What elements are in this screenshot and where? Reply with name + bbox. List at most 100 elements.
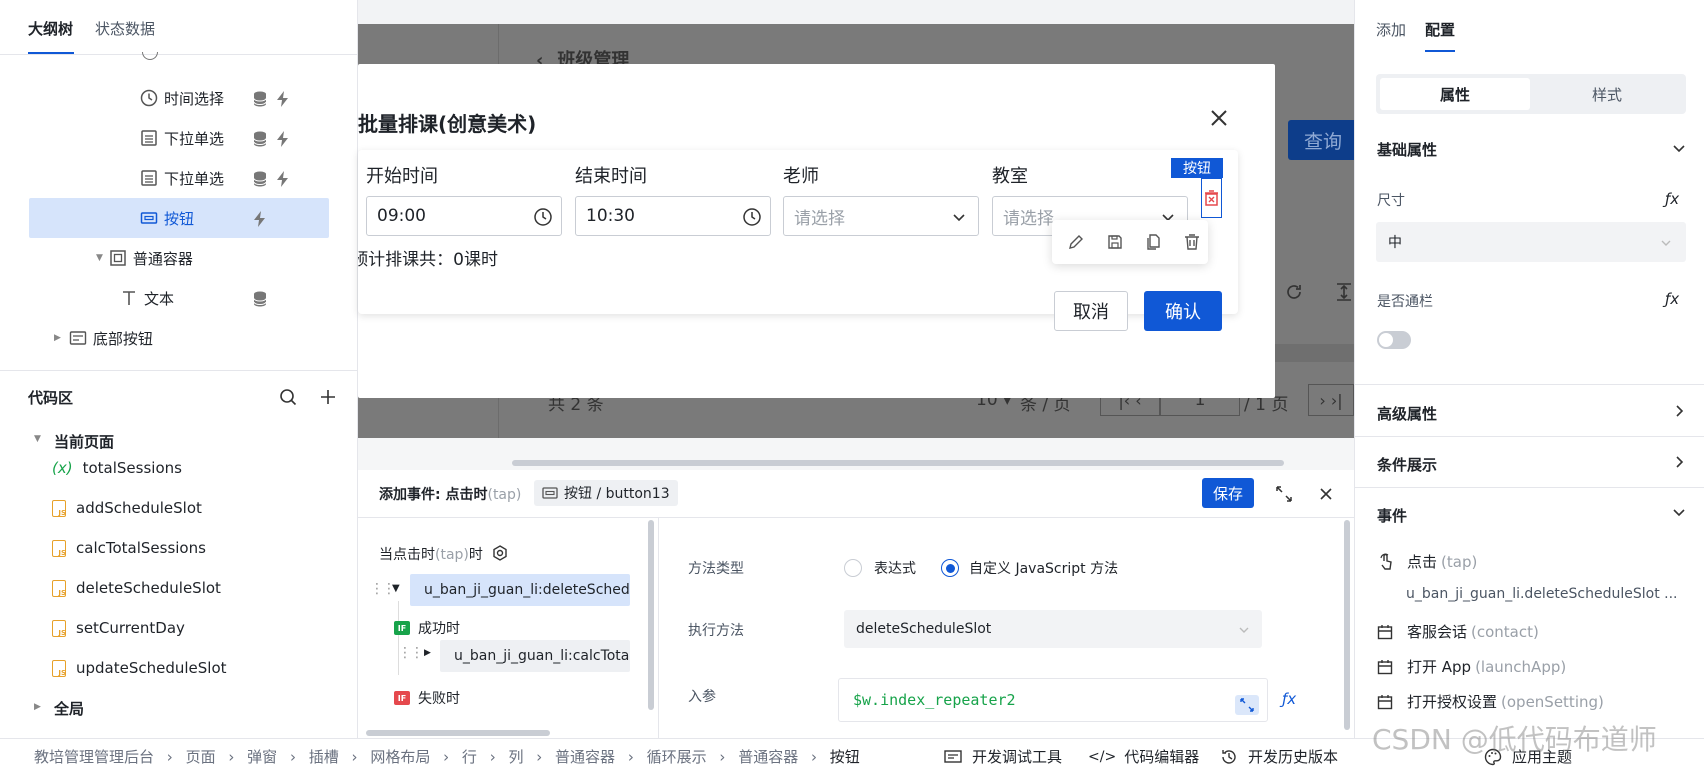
events-header[interactable]: 事件 [1377,505,1407,526]
breadcrumb-item[interactable]: 循环展示 [647,748,707,766]
tab-state-data[interactable]: 状态数据 [95,18,155,39]
method-item[interactable]: deleteScheduleSlot [52,573,221,603]
save-button[interactable]: 保存 [1202,478,1254,508]
data-icon [253,131,267,147]
caret-down-icon[interactable]: ▼ [392,583,400,594]
event-item-tap[interactable]: 点击 (tap) [1377,551,1477,572]
params-code-input[interactable]: $w.index_repeater2 [838,678,1268,722]
code-editor-button[interactable]: </> 代码编辑器 [1088,746,1199,767]
event-item-launch-app[interactable]: 打开 App (launchApp) [1377,656,1566,677]
advanced-props-header[interactable]: 高级属性 [1377,403,1437,424]
theme-button[interactable]: 应用主题 [1484,746,1572,767]
trash-icon[interactable] [1184,234,1200,250]
block-toggle[interactable] [1377,331,1411,349]
close-icon[interactable] [1319,487,1333,501]
radio-expression[interactable]: 表达式 [844,558,916,578]
exec-method-select[interactable]: deleteScheduleSlot [844,610,1262,648]
chevron-down-icon[interactable] [1672,142,1686,156]
flow-vertical-scrollbar[interactable] [648,520,654,710]
caret-right-icon[interactable]: ▶ [34,702,41,712]
flow-scrollbar[interactable] [366,730,550,736]
formula-icon[interactable]: ƒx [1665,290,1679,308]
tab-outline-tree[interactable]: 大纲树 [28,18,73,39]
calendar-icon [1377,659,1393,674]
variable-item[interactable]: (x) totalSessions [52,453,182,483]
caret-right-icon[interactable]: ▶ [54,333,61,343]
method-item[interactable]: calcTotalSessions [52,533,206,563]
horizontal-scrollbar[interactable] [512,460,1284,466]
clock-icon [743,208,761,226]
tab-add[interactable]: 添加 [1376,19,1406,40]
segment-props[interactable]: 属性 [1380,78,1530,110]
breadcrumb-item[interactable]: 普通容器 [555,748,615,766]
bg-query-button: 查询 [1288,120,1358,160]
breadcrumb-item[interactable]: 网格布局 [370,748,430,766]
current-page-group[interactable]: 当前页面 [54,431,114,452]
caret-right-icon[interactable]: ▶ [424,648,431,658]
method-item[interactable]: addScheduleSlot [52,493,202,523]
edit-icon[interactable] [1068,234,1084,250]
formula-icon[interactable]: ƒx [1665,190,1679,208]
copy-icon[interactable] [1146,234,1162,250]
breadcrumb-current[interactable]: 按钮 [830,748,860,766]
plus-icon[interactable] [320,389,336,405]
search-icon[interactable] [279,388,297,406]
breadcrumb-item[interactable]: 弹窗 [247,748,277,766]
basic-props-header[interactable]: 基础属性 [1377,139,1437,160]
chevron-right-icon[interactable] [1672,404,1686,418]
radio-custom-js[interactable]: 自定义 JavaScript 方法 [941,558,1118,578]
drag-handle-icon[interactable]: ⋮⋮ [398,645,424,661]
tree-node-text[interactable]: 文本 [120,280,174,316]
tree-node-dropdown-2[interactable]: 下拉单选 [140,160,224,196]
breadcrumb-item[interactable]: 页面 [186,748,216,766]
method-item[interactable]: setCurrentDay [52,613,185,643]
chevron-right-icon[interactable] [1672,455,1686,469]
event-item-contact[interactable]: 客服会话 (contact) [1377,621,1539,642]
tab-config[interactable]: 配置 [1425,19,1455,40]
tree-node-time-picker[interactable]: 时间选择 [140,80,224,116]
breadcrumb-item[interactable]: 列 [508,748,523,766]
breadcrumb-item[interactable]: 普通容器 [738,748,798,766]
trigger-label: 当点击时(tap)时 [379,547,483,563]
teacher-select[interactable]: 请选择 [783,196,979,236]
code-icon: </> [1088,748,1117,765]
close-icon[interactable] [1210,109,1228,127]
caret-down-icon[interactable]: ▼ [96,253,103,263]
delete-icon [1205,190,1218,206]
caret-down-icon[interactable]: ▼ [34,434,41,444]
formula-icon[interactable]: ƒx [1282,690,1296,708]
history-button[interactable]: 开发历史版本 [1220,746,1338,767]
breadcrumb-item[interactable]: 插槽 [309,748,339,766]
breadcrumb-item[interactable]: 行 [462,748,477,766]
start-time-picker[interactable]: 09:00 [366,196,562,236]
condition-header[interactable]: 条件展示 [1377,454,1437,475]
clock-icon [140,89,158,107]
tree-node-dropdown-1[interactable]: 下拉单选 [140,120,224,156]
expand-editor-button[interactable] [1235,695,1259,715]
tree-node-bottom-button[interactable]: ▶ 底部按钮 [54,320,153,356]
tap-handler[interactable]: u_ban_ji_guan_li.deleteScheduleSlot ... [1406,586,1678,602]
cancel-button[interactable]: 取消 [1054,291,1128,331]
confirm-button[interactable]: 确认 [1144,291,1222,331]
delete-slot-button[interactable] [1201,178,1222,218]
config-vertical-scrollbar[interactable] [1344,520,1350,730]
drag-handle-icon[interactable]: ⋮⋮ [370,581,396,597]
tree-node-container[interactable]: ▼ 普通容器 [96,240,193,276]
expand-icon[interactable] [1276,486,1292,502]
method-item[interactable]: updateScheduleSlot [52,653,227,683]
code-area-title: 代码区 [28,389,74,407]
chevron-down-icon[interactable] [1672,506,1686,520]
breadcrumb-item[interactable]: 教培管理管理后台 [34,748,154,766]
dev-tools-button[interactable]: 开发调试工具 [944,746,1062,767]
action-calc-total-sessions[interactable]: u_ban_ji_guan_li:calcTotalSessions [440,640,630,672]
save-icon[interactable] [1107,234,1123,250]
size-select[interactable]: 中 [1376,222,1686,262]
global-group[interactable]: 全局 [54,698,84,719]
event-item-open-setting[interactable]: 打开授权设置 (openSetting) [1377,691,1604,712]
action-delete-schedule-slot[interactable]: u_ban_ji_guan_li:deleteScheduleSlot [410,574,630,606]
end-time-picker[interactable]: 10:30 [575,196,771,236]
settings-icon[interactable] [492,545,508,561]
segment-style[interactable]: 样式 [1532,78,1682,110]
canvas-top-strip [358,0,1354,24]
tree-node-button[interactable]: 按钮 [140,200,194,236]
